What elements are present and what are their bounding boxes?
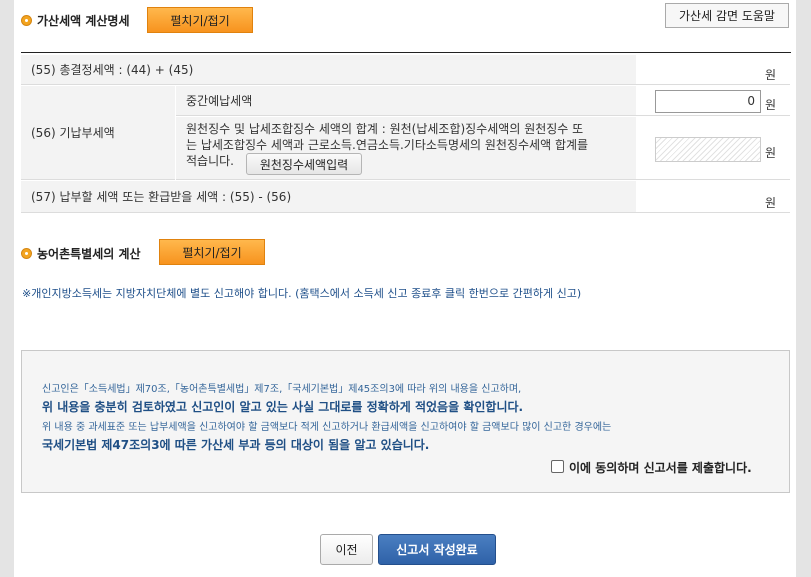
declaration-line4: 국세기본법 제47조의3에 따른 가산세 부과 등의 대상이 됨을 알고 있습니… bbox=[42, 438, 430, 452]
notice-strong-text: ※개인지방소득세는 지방자치단체에 별도 신고해야 bbox=[22, 287, 255, 300]
declaration-line3: 위 내용 중 과세표준 또는 납부세액을 신고하여야 할 금액보다 적게 신고하… bbox=[42, 422, 612, 433]
submit-complete-button[interactable]: 신고서 작성완료 bbox=[378, 534, 496, 565]
declaration-line1: 신고인은「소득세법」제70조,「농어촌특별세법」제7조,「국세기본법」제45조의… bbox=[42, 384, 522, 395]
withholding-tax-input-button[interactable]: 원천징수세액입력 bbox=[246, 153, 362, 175]
right-gray-margin bbox=[796, 0, 811, 577]
withholding-unit: 원 bbox=[765, 146, 777, 160]
notice-rest-text: 합니다. (홈택스에서 소득세 신고 종료후 클릭 한번으로 간편하게 신고) bbox=[254, 287, 582, 300]
prev-button[interactable]: 이전 bbox=[320, 534, 373, 565]
row-56-label-cell: (56) 기납부세액 bbox=[21, 86, 175, 180]
withholding-description-line1: 원천징수 및 납세조합징수 세액의 합계 : 원천(납세조합)징수세액의 원천징… bbox=[186, 122, 584, 136]
penalty-reduction-help-button[interactable]: 가산세 감면 도움말 bbox=[665, 3, 789, 28]
row-55-label-cell: (55) 총결정세액 : (44) + (45) bbox=[21, 55, 636, 85]
withholding-description-line2: 는 납세조합징수 세액과 근로소득.연금소득.기타소득명세의 원천징수세액 합계… bbox=[186, 138, 589, 152]
bullet-icon bbox=[21, 248, 32, 259]
interim-unit: 원 bbox=[765, 98, 777, 112]
declaration-box: 신고인은「소득세법」제70조,「농어촌특별세법」제7조,「국세기본법」제45조의… bbox=[21, 350, 790, 493]
row-56-label: (56) 기납부세액 bbox=[31, 126, 115, 140]
row-57-label-cell: (57) 납부할 세액 또는 환급받을 세액 : (55) - (56) bbox=[21, 181, 636, 213]
withholding-label-cell: 원천징수 및 납세조합징수 세액의 합계 : 원천(납세조합)징수세액의 원천징… bbox=[176, 117, 636, 180]
section-title-rural-special-tax: 농어촌특별세의 계산 bbox=[21, 245, 141, 262]
local-income-tax-notice: ※개인지방소득세는 지방자치단체에 별도 신고해야 합니다. (홈택스에서 소득… bbox=[22, 285, 581, 301]
declaration-line2: 위 내용을 충분히 검토하였고 신고인이 알고 있는 사실 그대로를 정확하게 … bbox=[42, 400, 524, 414]
table-top-border bbox=[21, 52, 791, 53]
left-gray-margin bbox=[0, 0, 14, 577]
section-title-additional-tax: 가산세액 계산명세 bbox=[21, 12, 130, 29]
withholding-total-field bbox=[655, 137, 761, 162]
interim-label-cell: 중간예납세액 bbox=[176, 86, 636, 116]
bullet-icon bbox=[21, 15, 32, 26]
row-55-label: (55) 총결정세액 : (44) + (45) bbox=[31, 63, 194, 77]
row-55-unit: 원 bbox=[765, 68, 777, 82]
row-57-unit: 원 bbox=[765, 196, 777, 210]
toggle-button-additional-tax[interactable]: 펼치기/접기 bbox=[147, 7, 253, 33]
toggle-button-rural-special-tax[interactable]: 펼치기/접기 bbox=[159, 239, 265, 265]
interim-prepayment-input[interactable]: 0 bbox=[655, 90, 761, 113]
interim-label: 중간예납세액 bbox=[186, 94, 253, 108]
row-57-label: (57) 납부할 세액 또는 환급받을 세액 : (55) - (56) bbox=[31, 190, 292, 204]
section-title-text: 가산세액 계산명세 bbox=[37, 14, 130, 28]
agree-checkbox-label[interactable]: 이에 동의하며 신고서를 제출합니다. bbox=[569, 459, 752, 476]
section-title-text: 농어촌특별세의 계산 bbox=[37, 247, 141, 261]
agree-checkbox[interactable] bbox=[551, 460, 564, 473]
